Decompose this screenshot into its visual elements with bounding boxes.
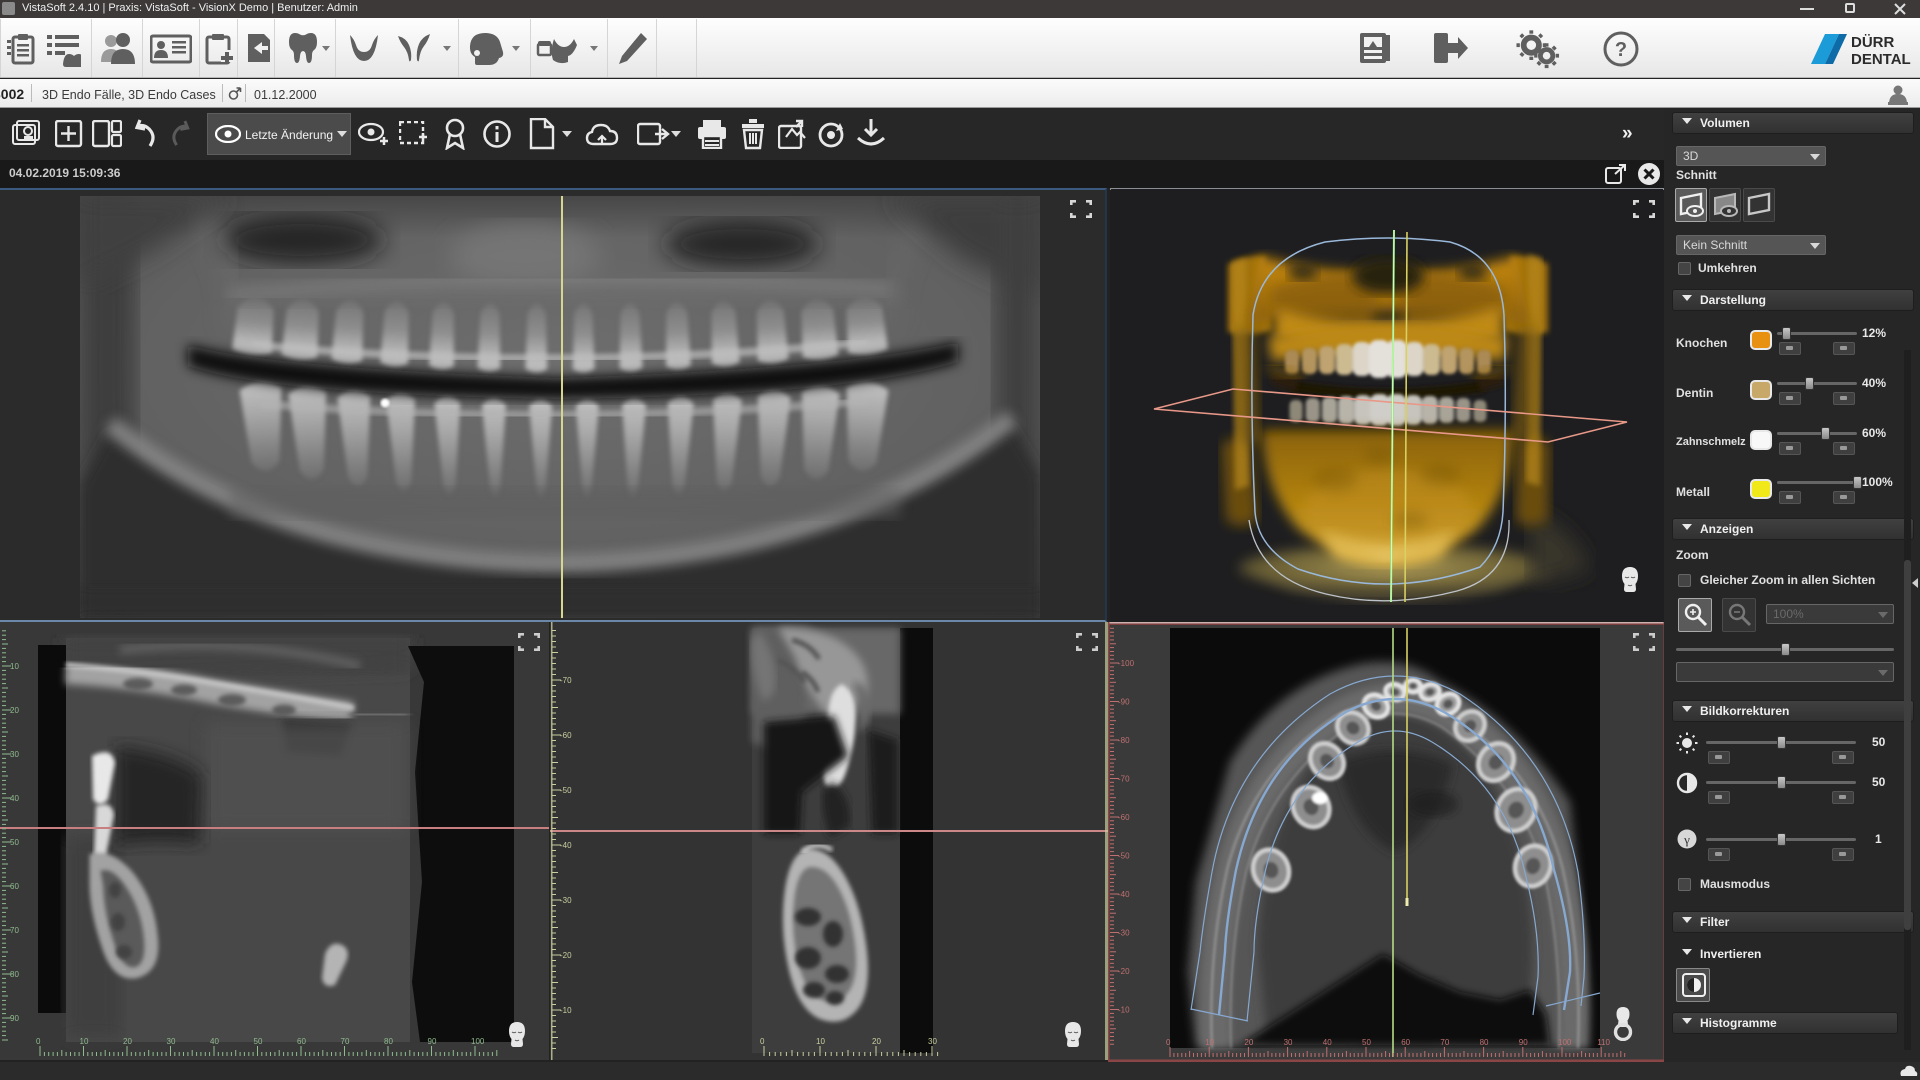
svg-text:0: 0 [1166, 1038, 1171, 1047]
svg-text:30: 30 [10, 750, 19, 759]
svg-text:90: 90 [428, 1037, 437, 1046]
svg-text:10: 10 [80, 1037, 89, 1046]
svg-text:-30: -30 [560, 896, 572, 905]
svg-text:-100: -100 [1118, 659, 1135, 668]
svg-text:?: ? [1615, 39, 1627, 61]
svg-text:-70: -70 [560, 676, 572, 685]
svg-text:40: 40 [1323, 1038, 1332, 1047]
svg-text:-20: -20 [560, 951, 572, 960]
svg-text:-60: -60 [1118, 813, 1130, 822]
svg-text:30: 30 [167, 1037, 176, 1046]
svg-text:20: 20 [123, 1037, 132, 1046]
svg-text:90: 90 [10, 1014, 19, 1023]
svg-text:0: 0 [36, 1037, 41, 1046]
svg-text:90: 90 [1519, 1038, 1528, 1047]
svg-text:-30: -30 [1118, 929, 1130, 938]
svg-text:γ: γ [1683, 832, 1690, 847]
svg-text:0: 0 [760, 1037, 765, 1046]
svg-text:30: 30 [928, 1037, 937, 1046]
svg-text:DENTAL: DENTAL [1851, 51, 1911, 68]
svg-text:60: 60 [1401, 1038, 1410, 1047]
svg-text:100: 100 [471, 1037, 485, 1046]
svg-text:80: 80 [1480, 1038, 1489, 1047]
svg-text:10: 10 [10, 662, 19, 671]
svg-text:10: 10 [1205, 1038, 1214, 1047]
svg-text:60: 60 [10, 882, 19, 891]
svg-text:20: 20 [1244, 1038, 1253, 1047]
svg-text:-70: -70 [1118, 775, 1130, 784]
svg-text:DÜRR: DÜRR [1851, 34, 1894, 51]
svg-text:10: 10 [816, 1037, 825, 1046]
svg-text:20: 20 [10, 706, 19, 715]
svg-text:-10: -10 [560, 1006, 572, 1015]
svg-text:-90: -90 [1118, 698, 1130, 707]
svg-text:80: 80 [10, 970, 19, 979]
svg-text:70: 70 [341, 1037, 350, 1046]
svg-text:-40: -40 [1118, 890, 1130, 899]
svg-text:70: 70 [1440, 1038, 1449, 1047]
svg-text:-40: -40 [560, 841, 572, 850]
svg-text:-60: -60 [560, 731, 572, 740]
svg-text:60: 60 [297, 1037, 306, 1046]
svg-text:80: 80 [384, 1037, 393, 1046]
svg-text:-80: -80 [1118, 736, 1130, 745]
svg-text:50: 50 [254, 1037, 263, 1046]
svg-text:-20: -20 [1118, 967, 1130, 976]
svg-text:40: 40 [210, 1037, 219, 1046]
svg-text:-50: -50 [1118, 852, 1130, 861]
svg-text:70: 70 [10, 926, 19, 935]
svg-text:40: 40 [10, 794, 19, 803]
svg-text:20: 20 [872, 1037, 881, 1046]
svg-text:-10: -10 [1118, 1006, 1130, 1015]
svg-text:50: 50 [10, 838, 19, 847]
svg-text:-50: -50 [560, 786, 572, 795]
svg-text:30: 30 [1284, 1038, 1293, 1047]
svg-text:50: 50 [1362, 1038, 1371, 1047]
svg-text:100: 100 [1558, 1038, 1572, 1047]
